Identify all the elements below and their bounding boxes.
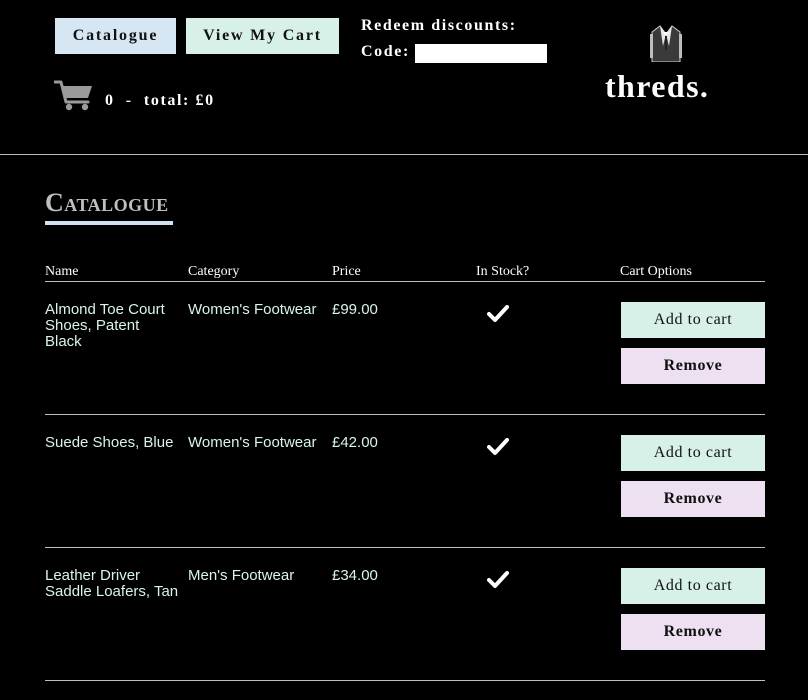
remove-button[interactable]: Remove xyxy=(621,481,765,517)
product-category: Women's Footwear xyxy=(188,434,317,451)
product-price: £34.00 xyxy=(332,567,378,584)
table-row: Suede Shoes, Blue Women's Footwear £42.0… xyxy=(0,415,808,548)
product-price: £42.00 xyxy=(332,434,378,451)
redeem-discounts-label: Redeem discounts: xyxy=(361,17,517,34)
table-row: Leather Driver Saddle Loafers, Tan Men's… xyxy=(0,548,808,681)
checkmark-icon xyxy=(487,571,509,588)
header-divider xyxy=(0,154,808,155)
add-to-cart-button[interactable]: Add to cart xyxy=(621,435,765,471)
remove-button[interactable]: Remove xyxy=(621,614,765,650)
shopping-cart-icon[interactable] xyxy=(54,78,94,112)
code-label: Code: xyxy=(361,43,410,60)
discount-code-input[interactable] xyxy=(415,44,547,63)
suit-icon xyxy=(650,25,682,62)
column-header-cart-options: Cart Options xyxy=(620,264,692,279)
product-category: Women's Footwear xyxy=(188,301,317,318)
title-underline xyxy=(45,221,173,225)
product-category: Men's Footwear xyxy=(188,567,295,584)
column-header-in-stock: In Stock? xyxy=(476,264,530,279)
product-name: Almond Toe Court Shoes, Patent Black xyxy=(45,301,165,350)
add-to-cart-button[interactable]: Add to cart xyxy=(621,302,765,338)
column-header-name: Name xyxy=(45,264,79,279)
column-header-price: Price xyxy=(332,264,361,279)
catalogue-button[interactable]: Catalogue xyxy=(55,18,176,54)
table-row: Almond Toe Court Shoes, Patent Black Wom… xyxy=(0,282,808,415)
cart-summary: 0 - total: £0 xyxy=(105,92,215,109)
column-header-category: Category xyxy=(188,264,240,279)
product-name: Leather Driver Saddle Loafers, Tan xyxy=(45,567,179,600)
add-to-cart-button[interactable]: Add to cart xyxy=(621,568,765,604)
checkmark-icon xyxy=(487,305,509,322)
row-divider xyxy=(45,680,765,681)
checkmark-icon xyxy=(487,438,509,455)
product-price: £99.00 xyxy=(332,301,378,318)
product-name: Suede Shoes, Blue xyxy=(45,434,174,451)
view-cart-button[interactable]: View My Cart xyxy=(186,18,339,54)
page-title: Catalogue xyxy=(45,188,169,217)
remove-button[interactable]: Remove xyxy=(621,348,765,384)
logo-text: threds. xyxy=(605,68,710,104)
